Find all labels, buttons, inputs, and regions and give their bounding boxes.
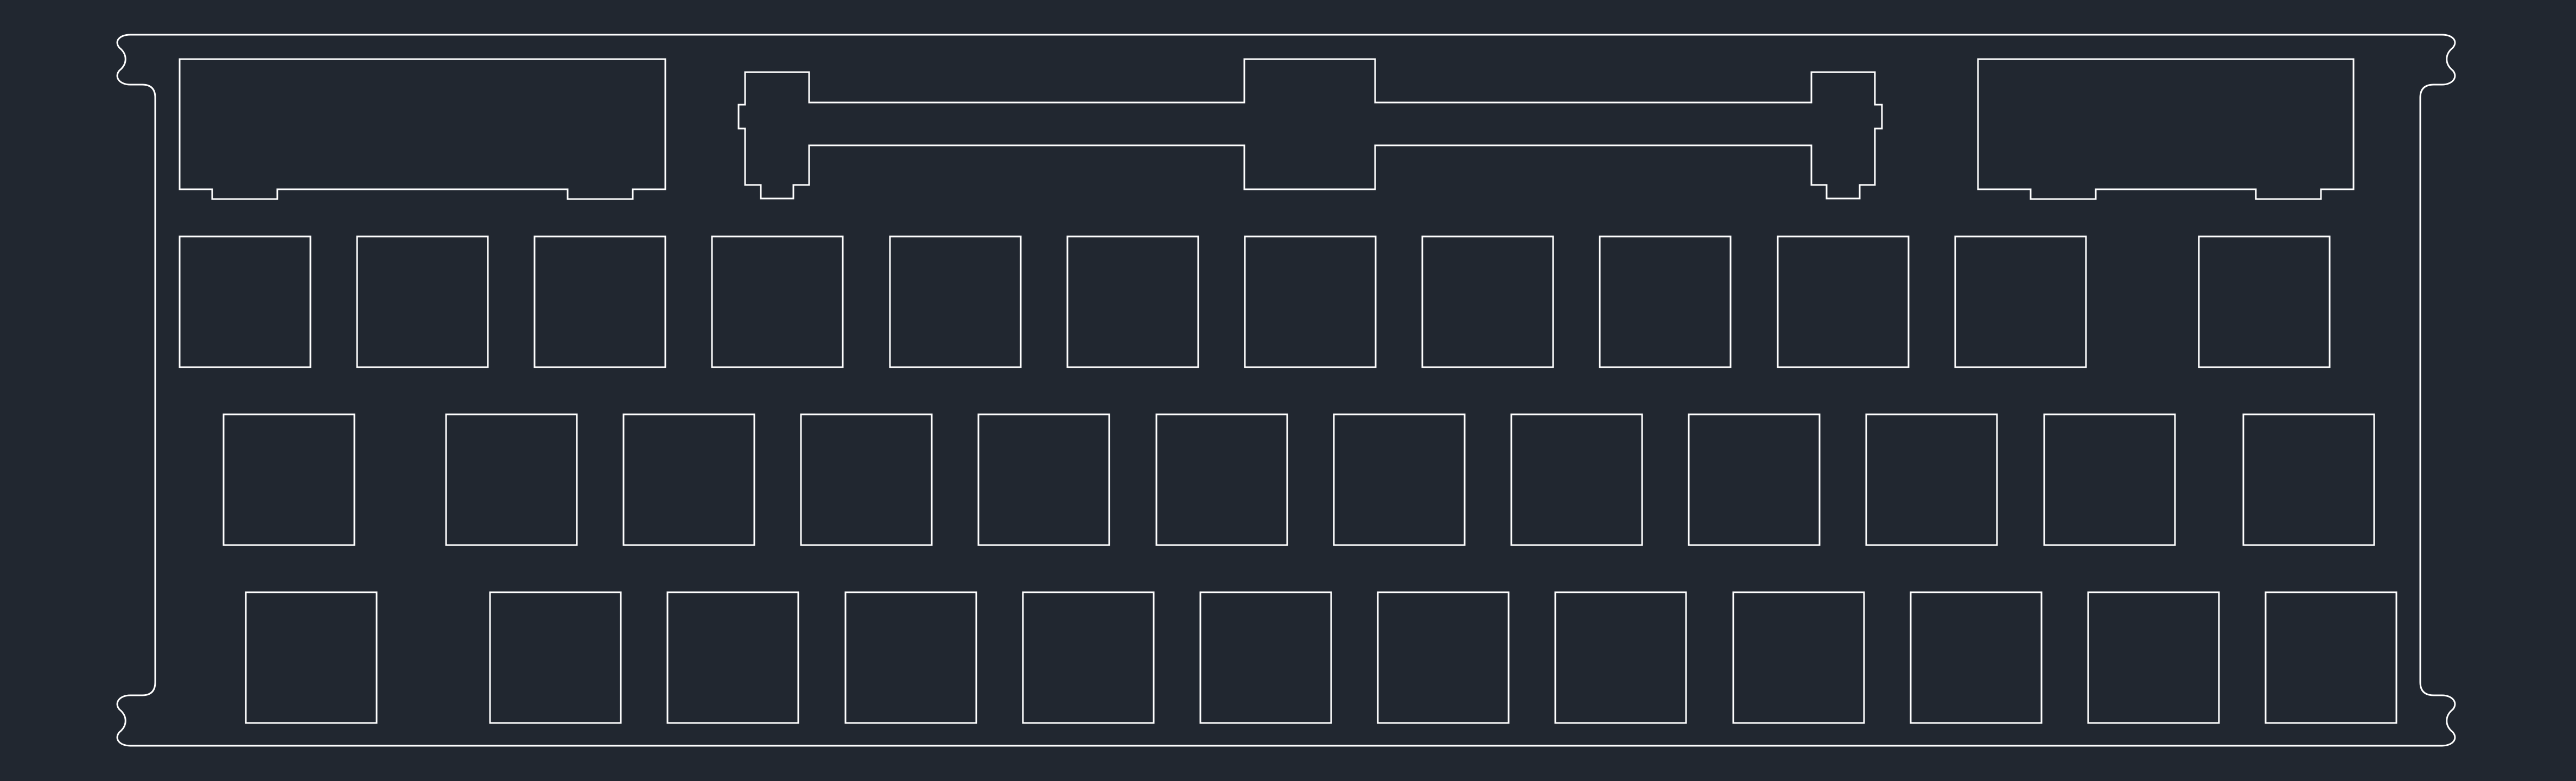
switch-cutout-row1-9 (1599, 235, 1732, 368)
switch-cutout-row2-11 (2043, 413, 2176, 546)
stabilizer-cutout-right (1977, 58, 2355, 200)
switch-cutout-row3-5 (1022, 591, 1155, 724)
switch-cutout-row1-4 (711, 235, 844, 368)
switch-cutout-row2-2 (445, 413, 578, 546)
switch-cutout-row1-1 (179, 235, 311, 368)
switch-cutout-row2-12 (2242, 413, 2375, 546)
stabilizer-cutout-left (179, 58, 666, 200)
switch-cutout-row1-8 (1421, 235, 1554, 368)
switch-cutout-row1-2 (356, 235, 489, 368)
keyboard-plate-drawing (116, 34, 2456, 747)
switch-cutout-row3-11 (2087, 591, 2220, 724)
switch-cutout-row3-4 (844, 591, 977, 724)
switch-cutout-row3-1 (245, 591, 378, 724)
switch-cutout-row1-11 (1954, 235, 2087, 368)
switch-cutout-row2-9 (1688, 413, 1821, 546)
switch-cutout-row1-7 (1244, 235, 1377, 368)
switch-cutout-row2-8 (1510, 413, 1643, 546)
switch-cutout-row3-10 (1910, 591, 2043, 724)
plate-outline (116, 34, 2456, 747)
switch-cutout-row2-4 (800, 413, 933, 546)
switch-cutout-row1-3 (533, 235, 666, 368)
switch-cutout-row2-1 (222, 413, 355, 546)
switch-cutout-row3-8 (1554, 591, 1687, 724)
switch-cutout-row1-5 (889, 235, 1022, 368)
switch-cutout-row2-5 (977, 413, 1110, 546)
switch-cutouts (179, 235, 2397, 724)
switch-cutout-row3-12 (2265, 591, 2397, 724)
switch-cutout-row3-2 (489, 591, 622, 724)
stabilizer-cutout-center (737, 58, 1883, 200)
switch-cutout-row2-3 (622, 413, 755, 546)
switch-cutout-row3-9 (1732, 591, 1865, 724)
switch-cutout-row3-6 (1199, 591, 1332, 724)
switch-cutout-row1-6 (1066, 235, 1199, 368)
switch-cutout-row1-12 (2198, 235, 2331, 368)
switch-cutout-row2-6 (1155, 413, 1288, 546)
switch-cutout-row3-7 (1377, 591, 1510, 724)
switch-cutout-row1-10 (1777, 235, 1910, 368)
switch-cutout-row2-10 (1865, 413, 1998, 546)
switch-cutout-row3-3 (666, 591, 799, 724)
switch-cutout-row2-7 (1333, 413, 1466, 546)
